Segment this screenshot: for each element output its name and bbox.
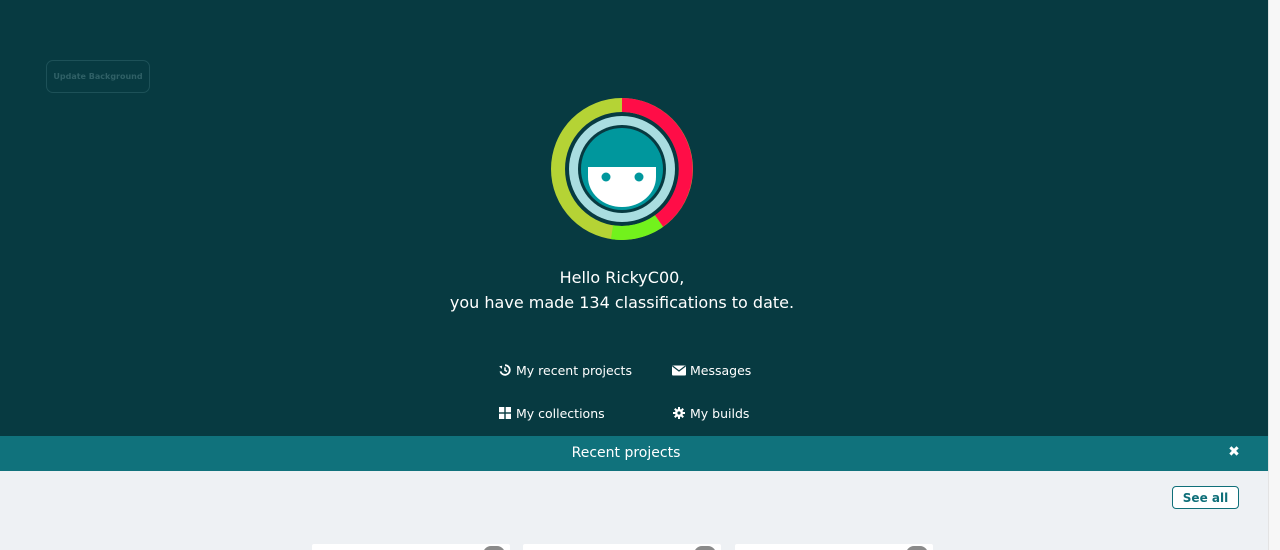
nav-my-recent-projects[interactable]: My recent projects [498,360,632,380]
close-icon[interactable]: ✖ [1226,444,1242,462]
grid-icon [498,406,512,420]
greeting-line: Hello RickyC00, [559,268,685,287]
project-card[interactable] [735,544,933,550]
recent-projects-bar: Recent projects ✖ [0,436,1268,471]
nav-label: My collections [516,405,605,421]
project-card[interactable] [523,544,721,550]
classification-count-text: you have made 134 classifications to dat… [449,293,795,312]
project-card[interactable] [312,544,510,550]
avatar[interactable] [550,97,694,241]
card-badge [694,546,716,550]
page-scrollbar[interactable] [1268,0,1280,550]
card-badge [483,546,505,550]
history-icon [498,363,512,377]
nav-label: My builds [690,405,750,421]
recent-projects-title: Recent projects [571,445,681,461]
nav-label: My recent projects [516,362,632,378]
envelope-icon [672,363,686,377]
update-background-button[interactable]: Update Background [46,60,150,93]
nav-messages[interactable]: Messages [672,360,751,380]
nav-my-builds[interactable]: My builds [672,403,749,423]
gear-icon [672,406,686,420]
nav-my-collections[interactable]: My collections [498,403,605,423]
hero-section: Update Background Hello RickyC00, you ha… [0,0,1268,436]
card-badge [906,546,928,550]
nav-label: Messages [690,362,752,378]
see-all-button[interactable]: See all [1172,486,1239,509]
